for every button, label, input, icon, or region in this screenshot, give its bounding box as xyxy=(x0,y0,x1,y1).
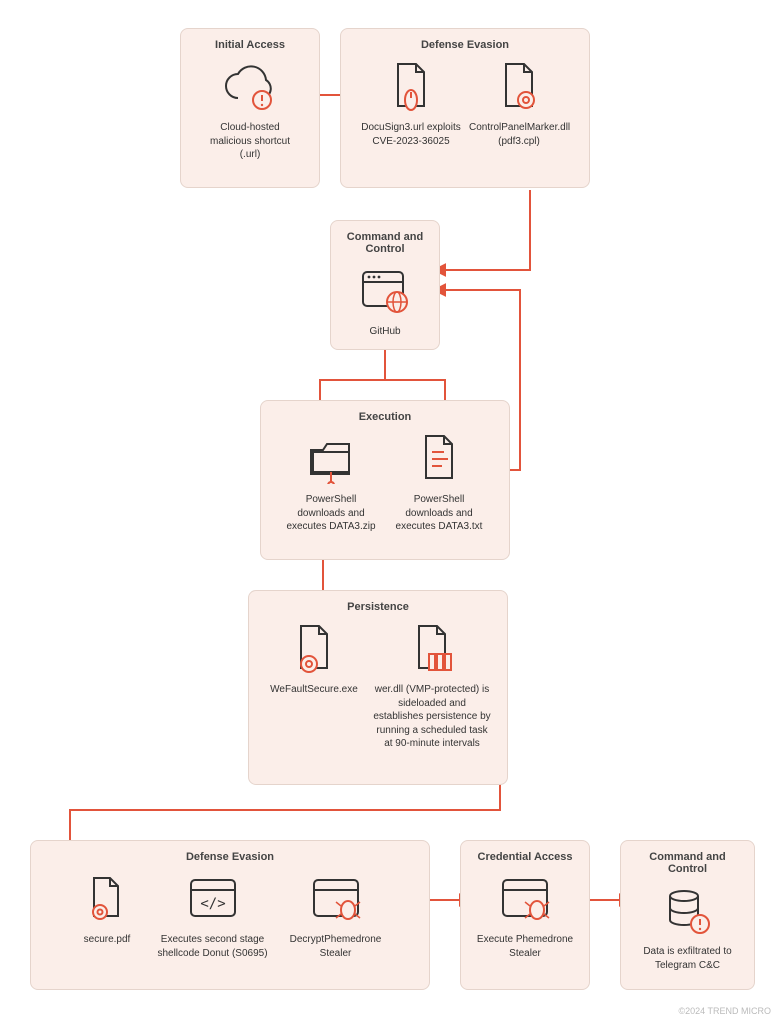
label-secure-pdf: secure.pdf xyxy=(67,933,147,947)
label-wefault: WeFaultSecure.exe xyxy=(264,683,364,697)
svg-text:</>: </> xyxy=(200,896,225,912)
box-initial-access: Initial Access Cloud-hosted malicious sh… xyxy=(180,28,320,188)
box-persistence: Persistence WeFaultSecure.exe xyxy=(248,590,508,785)
server-alert-icon xyxy=(633,883,742,939)
box-c2-github: Command and Control GitHub xyxy=(330,220,440,350)
cloud-alert-icon xyxy=(200,59,300,115)
label-cpl: ControlPanelMarker.dll (pdf3.cpl) xyxy=(469,121,569,148)
node-docusign-url: DocuSign3.url exploits CVE-2023-36025 xyxy=(361,59,461,148)
label-github: GitHub xyxy=(343,325,427,339)
file-gear-icon xyxy=(264,621,364,677)
box-defense-evasion-2: Defense Evasion secure.pdf </> xyxy=(30,840,430,990)
browser-bug-icon xyxy=(278,871,393,927)
node-github: GitHub xyxy=(343,263,427,339)
node-controlpanel-dll: ControlPanelMarker.dll (pdf3.cpl) xyxy=(469,59,569,148)
label-ps-zip: PowerShell downloads and executes DATA3.… xyxy=(281,493,381,534)
node-decrypt-phemedrone: DecryptPhemedrone Stealer xyxy=(278,871,393,960)
browser-bug-icon xyxy=(473,871,577,927)
title-defense-evasion-2: Defense Evasion xyxy=(39,851,421,863)
node-secure-pdf: secure.pdf xyxy=(67,871,147,947)
box-credential-access: Credential Access Execute Phemedrone Ste… xyxy=(460,840,590,990)
node-ps-zip: PowerShell downloads and executes DATA3.… xyxy=(281,431,381,534)
label-donut: Executes second stage shellcode Donut (S… xyxy=(155,933,270,960)
label-exec-phemedrone: Execute Phemedrone Stealer xyxy=(473,933,577,960)
label-docusign: DocuSign3.url exploits CVE-2023-36025 xyxy=(361,121,461,148)
label-cloud-shortcut: Cloud-hosted malicious shortcut (.url) xyxy=(200,121,300,162)
label-ps-txt: PowerShell downloads and executes DATA3.… xyxy=(389,493,489,534)
footer-copyright: ©2024 TREND MICRO xyxy=(679,1006,772,1016)
folder-drip-icon xyxy=(281,431,381,487)
title-c2-2: Command and Control xyxy=(629,851,746,875)
file-mouse-icon xyxy=(361,59,461,115)
node-donut: </> Executes second stage shellcode Donu… xyxy=(155,871,270,960)
file-gear-icon xyxy=(67,871,147,927)
box-execution: Execution PowerShell downloads and execu… xyxy=(260,400,510,560)
box-c2-telegram: Command and Control Data is exfiltrated … xyxy=(620,840,755,990)
node-cloud-shortcut: Cloud-hosted malicious shortcut (.url) xyxy=(200,59,300,162)
title-persistence: Persistence xyxy=(257,601,499,613)
browser-globe-icon xyxy=(343,263,427,319)
node-ps-txt: PowerShell downloads and executes DATA3.… xyxy=(389,431,489,534)
title-cred-access: Credential Access xyxy=(469,851,581,863)
file-books-icon xyxy=(372,621,492,677)
node-telegram: Data is exfiltrated to Telegram C&C xyxy=(633,883,742,972)
title-c2-1: Command and Control xyxy=(339,231,431,255)
file-lines-icon xyxy=(389,431,489,487)
node-wefault: WeFaultSecure.exe xyxy=(264,621,364,697)
file-gear-icon xyxy=(469,59,569,115)
title-initial-access: Initial Access xyxy=(189,39,311,51)
title-defense-evasion-1: Defense Evasion xyxy=(349,39,581,51)
label-telegram: Data is exfiltrated to Telegram C&C xyxy=(633,945,742,972)
node-exec-phemedrone: Execute Phemedrone Stealer xyxy=(473,871,577,960)
title-execution: Execution xyxy=(269,411,501,423)
browser-code-icon: </> xyxy=(155,871,270,927)
label-decrypt: DecryptPhemedrone Stealer xyxy=(278,933,393,960)
node-werdll: wer.dll (VMP-protected) is sideloaded an… xyxy=(372,621,492,751)
label-werdll: wer.dll (VMP-protected) is sideloaded an… xyxy=(372,683,492,751)
box-defense-evasion-1: Defense Evasion DocuSign3.url exploits C… xyxy=(340,28,590,188)
